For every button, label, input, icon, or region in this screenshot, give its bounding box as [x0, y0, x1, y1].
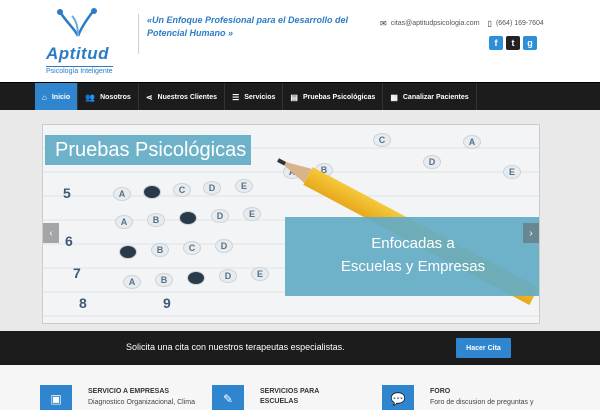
services-section: ▣ SERVICIO A EMPRESAS Diagnostico Organi…: [0, 365, 600, 410]
answer-bubble: A: [123, 275, 141, 289]
service-title[interactable]: SERVICIO A EMPRESAS: [88, 387, 208, 397]
answer-bubble: C: [173, 183, 191, 197]
logo-name: Aptitud: [46, 44, 109, 63]
nav-item-inicio[interactable]: ⌂ Inicio: [35, 83, 79, 111]
sheet-number: 8: [79, 295, 87, 311]
sheet-number: 7: [73, 265, 81, 281]
google-icon[interactable]: g: [523, 36, 537, 50]
answer-bubble: B: [147, 213, 165, 227]
slider-next-button[interactable]: ›: [523, 223, 539, 243]
slide-subtitle-line: Escuelas y Empresas: [340, 258, 486, 275]
logo[interactable]: Aptitud Psicología Inteligente: [40, 6, 120, 78]
contact-email[interactable]: citas@aptitudpsicologia.com: [391, 20, 480, 27]
briefcase-icon: ▣: [40, 385, 72, 410]
answer-bubble: D: [211, 209, 229, 223]
answer-bubble: B: [155, 273, 173, 287]
list-icon: ☰: [232, 92, 240, 102]
answer-bubble: D: [423, 155, 441, 169]
site-header: Aptitud Psicología Inteligente «Un Enfoq…: [0, 0, 600, 82]
nav-item-canalizar[interactable]: ▦ Canalizar Pacientes: [383, 83, 477, 111]
nav-item-label: Servicios: [244, 93, 276, 101]
document-icon: ▤: [290, 92, 298, 102]
nav-item-label: Pruebas Psicológicas: [302, 93, 376, 101]
share-icon: ⋖: [145, 92, 153, 102]
chat-icon: 💬: [382, 385, 414, 410]
answer-bubble: [143, 185, 161, 199]
answer-bubble: [179, 211, 197, 225]
answer-bubble: E: [243, 207, 261, 221]
slide-subtitle: Enfocadas a Escuelas y Empresas: [285, 217, 539, 296]
email-icon: ✉: [380, 19, 387, 28]
answer-bubble: B: [151, 243, 169, 257]
nav-item-clientes[interactable]: ⋖ Nuestros Clientes: [139, 83, 226, 111]
phone-icon: ▯: [487, 19, 492, 28]
hacer-cita-button[interactable]: Hacer Cita: [456, 338, 511, 358]
answer-bubble: C: [373, 133, 391, 147]
facebook-icon[interactable]: f: [489, 36, 503, 50]
answer-bubble: C: [183, 241, 201, 255]
answer-bubble: E: [251, 267, 269, 281]
main-nav: ⌂ Inicio 👥 Nosotros ⋖ Nuestros Clientes …: [0, 82, 600, 111]
answer-bubble: A: [113, 187, 131, 201]
twitter-icon[interactable]: t: [506, 36, 520, 50]
service-desc: Foro de discusion de preguntas y: [430, 399, 534, 406]
cta-bar: Solicita una cita con nuestros terapeuta…: [0, 331, 600, 365]
tagline: «Un Enfoque Profesional para el Desarrol…: [138, 14, 368, 54]
cta-text: Solicita una cita con nuestros terapeuta…: [126, 342, 345, 352]
nav-item-label: Canalizar Pacientes: [402, 93, 469, 101]
users-icon: 👥: [85, 92, 96, 102]
answer-bubble: D: [203, 181, 221, 195]
logo-subtitle: Psicología Inteligente: [46, 66, 113, 75]
nav-item-servicios[interactable]: ☰ Servicios: [225, 83, 284, 111]
nav-item-nosotros[interactable]: 👥 Nosotros: [78, 83, 139, 111]
slide-title: Pruebas Psicológicas: [45, 135, 251, 165]
answer-bubble: [187, 271, 205, 285]
nav-item-label: Inicio: [51, 93, 71, 101]
logo-mark-icon: [57, 8, 97, 37]
slider-prev-button[interactable]: ‹: [43, 223, 59, 243]
nav-item-label: Nuestros Clientes: [157, 93, 218, 101]
home-icon: ⌂: [42, 92, 47, 102]
answer-bubble: E: [235, 179, 253, 193]
answer-bubble: A: [463, 135, 481, 149]
contact-phone: (664) 169-7604: [495, 20, 544, 27]
answer-bubble: A: [115, 215, 133, 229]
sheet-number: 6: [65, 233, 73, 249]
hero-slider[interactable]: 5 6 7 8 9 A C D E A B D E B C D A B D E …: [42, 124, 540, 324]
answer-bubble: [119, 245, 137, 259]
pencil-icon: ✎: [212, 385, 244, 410]
social-links: f t g: [489, 36, 537, 50]
contact-info: ✉ citas@aptitudpsicologia.com ▯ (664) 16…: [380, 19, 544, 28]
answer-bubble: D: [215, 239, 233, 253]
nav-item-pruebas[interactable]: ▤ Pruebas Psicológicas: [283, 83, 384, 111]
sheet-number: 5: [63, 185, 71, 201]
service-desc: Diagnostico Organizacional, Clima: [88, 399, 195, 406]
slide-subtitle-line: Enfocadas a: [371, 235, 455, 252]
answer-bubble: E: [503, 165, 521, 179]
nav-item-label: Nosotros: [100, 93, 131, 101]
sheet-number: 9: [163, 295, 171, 311]
hero-slider-section: 5 6 7 8 9 A C D E A B D E B C D A B D E …: [0, 110, 600, 331]
forms-icon: ▦: [390, 92, 398, 102]
service-title[interactable]: FORO: [430, 387, 550, 397]
answer-bubble: D: [219, 269, 237, 283]
service-title[interactable]: SERVICIOS PARA ESCUELAS: [260, 387, 340, 407]
